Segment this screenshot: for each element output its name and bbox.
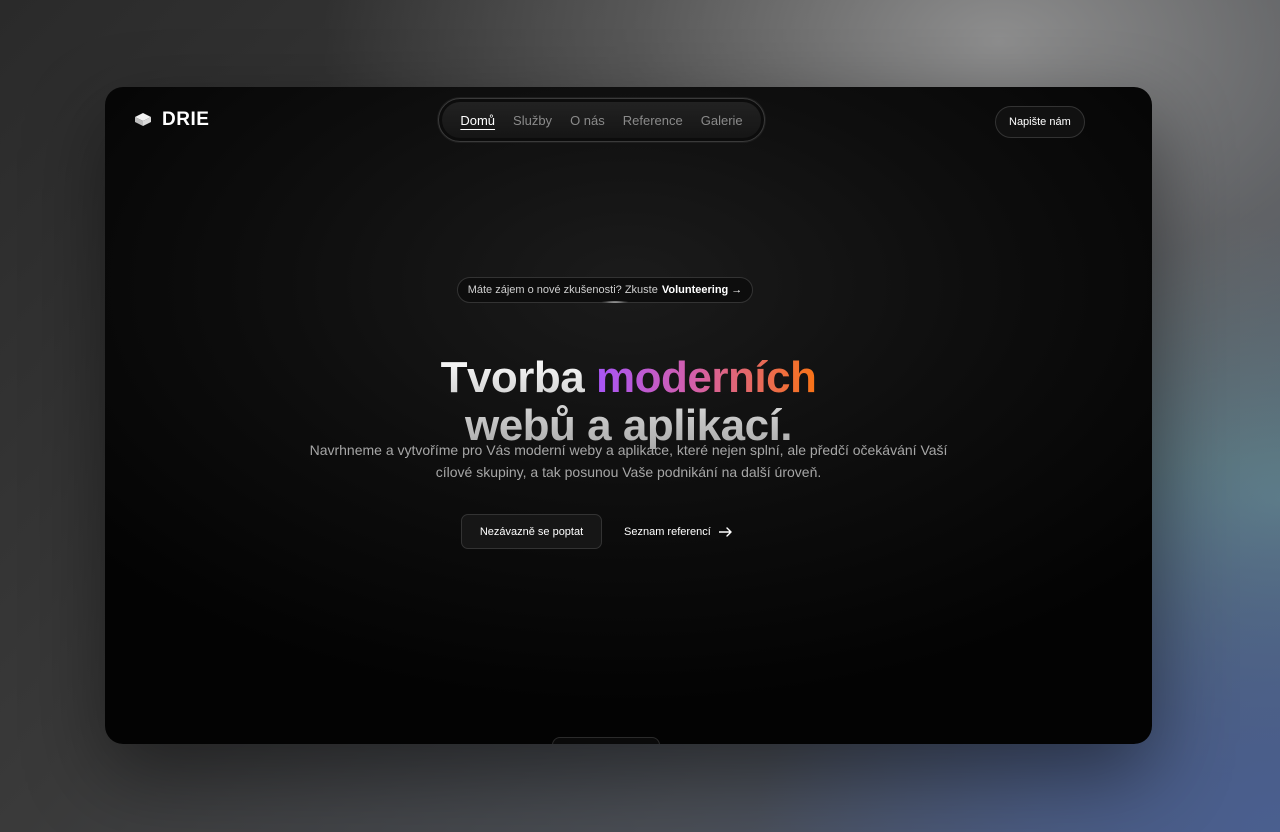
arrow-right-icon bbox=[718, 526, 732, 537]
nav-item-sluzby[interactable]: Služby bbox=[513, 113, 552, 128]
hero-title: Tvorba moderních webů a aplikací. bbox=[105, 354, 1152, 450]
app-window: DRIE Domů Služby O nás Reference Galerie… bbox=[105, 87, 1152, 744]
brand-logo[interactable]: DRIE bbox=[133, 109, 209, 131]
pill-glow bbox=[601, 301, 629, 303]
scroll-indicator[interactable] bbox=[552, 737, 660, 744]
announcement-link[interactable]: Volunteering → bbox=[662, 284, 742, 296]
nav-item-o-nas[interactable]: O nás bbox=[570, 113, 605, 128]
references-link[interactable]: Seznam referencí bbox=[624, 514, 733, 549]
inquiry-button[interactable]: Nezávazně se poptat bbox=[461, 514, 602, 549]
hero-subtitle: Navrhneme a vytvoříme pro Vás moderní we… bbox=[309, 442, 948, 480]
layers-icon bbox=[135, 113, 151, 126]
nav-item-galerie[interactable]: Galerie bbox=[701, 113, 743, 128]
references-link-label: Seznam referencí bbox=[624, 525, 711, 538]
announcement-pill[interactable]: Máte zájem o nové zkušenosti? Zkuste Vol… bbox=[457, 277, 753, 303]
brand-name: DRIE bbox=[162, 109, 210, 130]
announcement-text: Máte zájem o nové zkušenosti? Zkuste bbox=[467, 284, 658, 296]
hero-title-line-1: Tvorba moderních bbox=[105, 354, 1152, 402]
main-nav: Domů Služby O nás Reference Galerie bbox=[438, 98, 765, 142]
nav-item-domu[interactable]: Domů bbox=[460, 113, 495, 128]
hero-title-highlight: moderních bbox=[596, 353, 817, 403]
contact-button[interactable]: Napište nám bbox=[995, 106, 1085, 138]
hero-title-part1: Tvorba bbox=[440, 353, 596, 403]
nav-item-reference[interactable]: Reference bbox=[623, 113, 683, 128]
